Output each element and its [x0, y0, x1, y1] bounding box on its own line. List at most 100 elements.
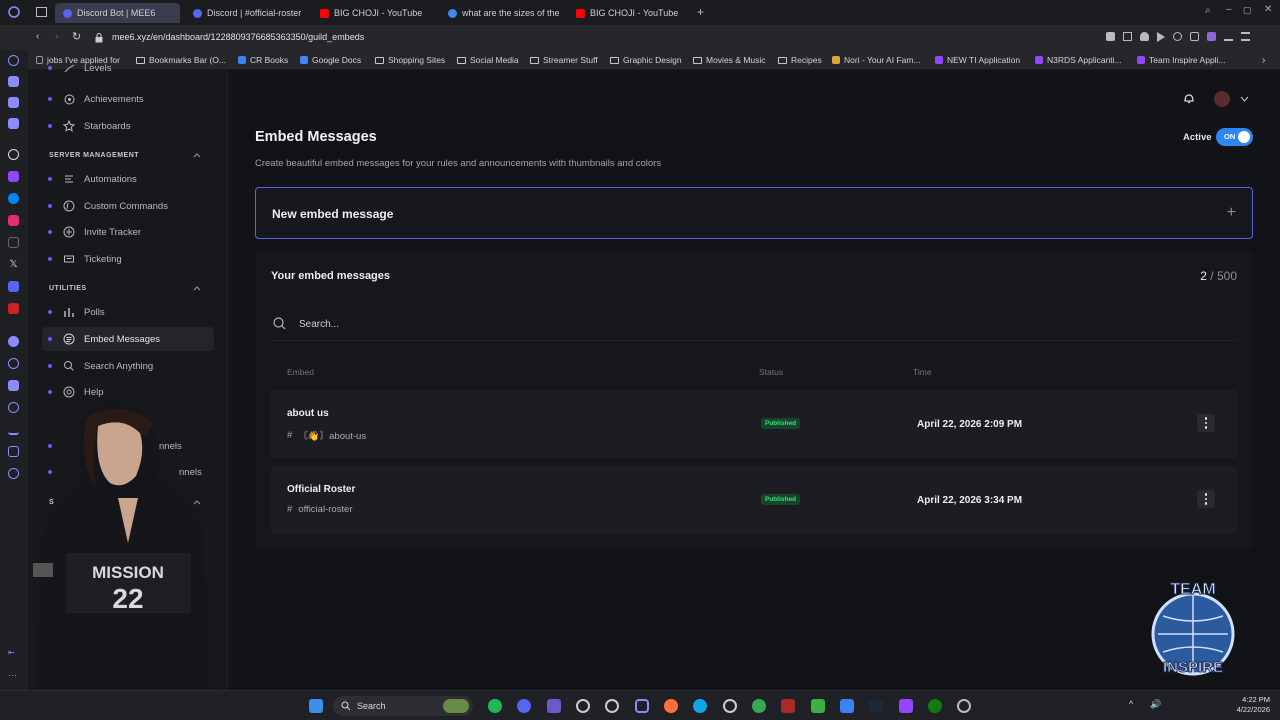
taskbar-search[interactable]: Search [333, 696, 473, 716]
tab-sidebar-icon[interactable] [36, 7, 47, 17]
sidebar-item-search-anything[interactable]: Search Anything [42, 354, 214, 378]
tiktok-icon[interactable] [8, 237, 19, 248]
firefox-icon[interactable] [664, 699, 678, 713]
history-icon[interactable] [8, 402, 19, 413]
tab-youtube-1[interactable]: BIG CHOJI - YouTube [312, 3, 437, 23]
more-bookmarks-icon[interactable]: › [1262, 55, 1265, 66]
app-icon[interactable] [8, 118, 19, 129]
new-tab-button[interactable]: + [697, 5, 704, 19]
system-clock[interactable]: 4:22 PM 4/22/2026 [1237, 695, 1270, 715]
bookmark-folder[interactable]: Streamer Stuff [530, 55, 598, 65]
app-icon[interactable] [8, 97, 19, 108]
sidebar-item-achievements[interactable]: Achievements [42, 87, 214, 111]
collapse-icon[interactable]: ⇤ [8, 648, 19, 659]
volume-icon[interactable]: 🔊 [1150, 699, 1161, 710]
extensions-icon[interactable] [1190, 32, 1199, 41]
bookmark-folder[interactable]: Graphic Design [610, 55, 682, 65]
download-icon[interactable] [8, 424, 19, 435]
chevron-up-icon[interactable] [193, 284, 201, 292]
app-icon[interactable] [8, 380, 19, 391]
settings-icon[interactable] [8, 468, 19, 479]
tab-youtube-2[interactable]: BIG CHOJI - YouTube [568, 3, 693, 23]
back-icon[interactable]: ‹ [36, 31, 39, 42]
tray-chevron-icon[interactable]: ^ [1129, 699, 1133, 709]
app-icon[interactable] [8, 336, 19, 347]
tab-google[interactable]: what are the sizes of the r [440, 3, 562, 23]
more-icon[interactable]: ⋯ [8, 670, 19, 681]
bookmark-folder[interactable]: Social Media [457, 55, 519, 65]
twitch-icon[interactable] [899, 699, 913, 713]
bookmark-item[interactable]: Nori - Your AI Fam... [832, 55, 921, 65]
menu-icon[interactable] [1241, 32, 1250, 41]
sidebar-item-polls[interactable]: Polls [42, 300, 214, 324]
spotify-icon[interactable] [488, 699, 502, 713]
sidebar-item-custom-commands[interactable]: Custom Commands [42, 194, 214, 218]
app-icon[interactable] [8, 303, 19, 314]
screenshot-icon[interactable] [1123, 32, 1132, 41]
bookmark-item[interactable]: NEW TI Application [935, 55, 1020, 65]
tab-discord[interactable]: Discord | #official-roster [185, 3, 305, 23]
app-icon[interactable] [811, 699, 825, 713]
sidebar-item-levels[interactable]: Levels [42, 61, 214, 75]
discord-icon[interactable] [8, 281, 19, 292]
app-icon[interactable] [8, 76, 19, 87]
download-icon[interactable] [1224, 32, 1233, 41]
twitch-icon[interactable] [8, 171, 19, 182]
app-icon[interactable] [576, 699, 590, 713]
app-icon[interactable] [723, 699, 737, 713]
extension-purple-icon[interactable] [1207, 32, 1216, 41]
app-grid-icon[interactable] [547, 699, 561, 713]
table-row[interactable]: Official Roster # official-roster Publish… [271, 466, 1237, 534]
heart-icon[interactable] [8, 358, 19, 369]
tab-mee6[interactable]: Discord Bot | MEE6 [55, 3, 180, 23]
chevron-down-icon[interactable] [1240, 96, 1249, 103]
edge-icon[interactable] [693, 699, 707, 713]
close-window-button[interactable]: ✕ [1264, 4, 1272, 15]
lock-icon[interactable] [95, 33, 103, 43]
module-toggle[interactable]: ON [1216, 128, 1253, 146]
chevron-up-icon[interactable] [193, 151, 201, 159]
minimize-button[interactable]: – [1226, 4, 1232, 15]
new-embed-button[interactable]: New embed message + [255, 187, 1253, 239]
opera-icon[interactable] [635, 699, 649, 713]
more-options-button[interactable] [1197, 414, 1215, 432]
x-icon[interactable]: 𝕏 [8, 259, 19, 270]
sidebar-item-automations[interactable]: Automations [42, 167, 214, 191]
user-avatar[interactable] [1214, 91, 1230, 107]
shield-icon[interactable] [1140, 32, 1149, 41]
sidebar-item-ticketing[interactable]: Ticketing [42, 247, 214, 271]
url-field[interactable]: mee6.xyz/en/dashboard/122880937668536335… [112, 32, 364, 42]
window-search-icon[interactable]: ⌕ [1205, 5, 1211, 16]
obs-icon[interactable] [605, 699, 619, 713]
app-icon[interactable] [8, 446, 19, 457]
chatgpt-icon[interactable] [8, 149, 19, 160]
bookmark-item[interactable]: Team Inspire Appli... [1137, 55, 1226, 65]
steam-icon[interactable] [869, 699, 883, 713]
notepad-icon[interactable] [840, 699, 854, 713]
browser-logo-icon[interactable] [8, 6, 20, 18]
play-icon[interactable] [1157, 32, 1165, 42]
xbox-icon[interactable] [928, 699, 942, 713]
instagram-icon[interactable] [8, 215, 19, 226]
bookmark-folder[interactable]: Shopping Sites [375, 55, 445, 65]
forward-icon[interactable]: › [55, 31, 58, 42]
sidebar-item-invite-tracker[interactable]: Invite Tracker [42, 220, 214, 244]
discord-icon[interactable] [517, 699, 531, 713]
bookmark-folder[interactable]: Movies & Music [693, 55, 766, 65]
more-options-button[interactable] [1197, 490, 1215, 508]
bookmark-item[interactable]: Google Docs [300, 55, 361, 65]
heart-icon[interactable] [1173, 32, 1182, 41]
bookmark-folder[interactable]: Recipes [778, 55, 822, 65]
bell-icon[interactable] [1183, 92, 1195, 105]
chrome-icon[interactable] [752, 699, 766, 713]
bookmark-item[interactable]: CR Books [238, 55, 288, 65]
reload-icon[interactable]: ↻ [72, 30, 81, 43]
pin-icon[interactable] [1106, 32, 1115, 41]
windows-start-icon[interactable] [309, 699, 323, 713]
table-row[interactable]: about us # 〘👋〙about-us Published April 22… [271, 390, 1237, 458]
app-icon[interactable] [8, 55, 19, 66]
sidebar-item-starboards[interactable]: Starboards [42, 114, 214, 138]
sidebar-item-embed-messages[interactable]: Embed Messages [42, 327, 214, 351]
app-icon[interactable] [781, 699, 795, 713]
bookmark-item[interactable]: N3RDS Applicanti... [1035, 55, 1122, 65]
